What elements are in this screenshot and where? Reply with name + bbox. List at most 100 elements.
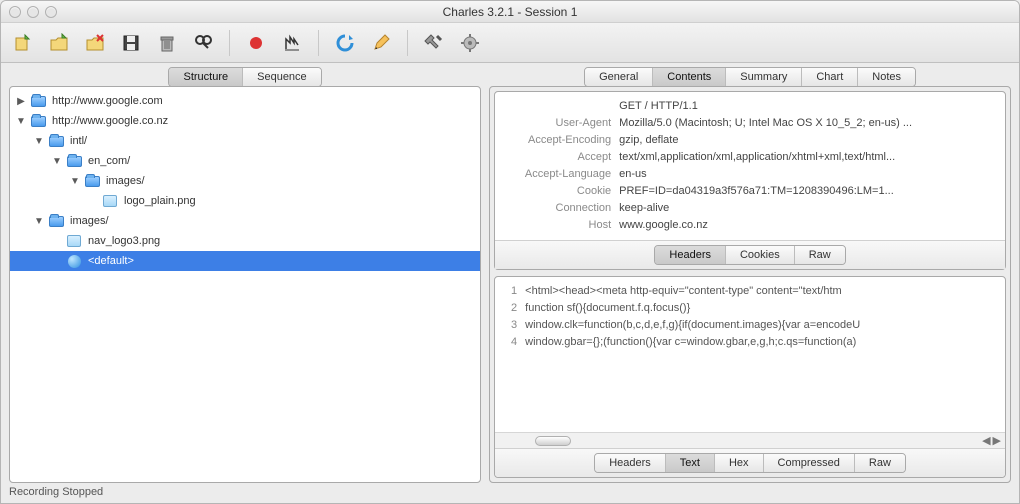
image-file-icon — [66, 234, 82, 248]
header-key: Accept — [503, 149, 619, 166]
header-value: Mozilla/5.0 (Macintosh; U; Intel Mac OS … — [619, 115, 997, 132]
globe-icon — [66, 254, 82, 268]
details-panel: General Contents Summary Chart Notes GET… — [489, 67, 1011, 483]
header-key: Connection — [503, 200, 619, 217]
subtab-headers[interactable]: Headers — [655, 246, 726, 264]
bodytab-text[interactable]: Text — [666, 454, 715, 472]
header-value: www.google.co.nz — [619, 217, 997, 234]
header-value: en-us — [619, 166, 997, 183]
scroll-left-icon[interactable]: ◀ — [982, 434, 990, 447]
response-text[interactable]: 1<html><head><meta http-equiv="content-t… — [495, 277, 1005, 432]
disclosure-arrow-icon[interactable]: ▼ — [34, 136, 44, 147]
tab-sequence[interactable]: Sequence — [243, 68, 321, 86]
tree-item-label: http://www.google.co.nz — [50, 115, 168, 127]
bodytab-hex[interactable]: Hex — [715, 454, 764, 472]
tree-item[interactable]: ▼ http://www.google.co.nz — [10, 111, 480, 131]
header-value: gzip, deflate — [619, 132, 997, 149]
header-list: GET / HTTP/1.1User-AgentMozilla/5.0 (Mac… — [495, 92, 1005, 240]
header-key: Host — [503, 217, 619, 234]
find-button[interactable] — [191, 31, 215, 55]
tree-item-label: images/ — [104, 175, 145, 187]
scrollbar-thumb[interactable] — [535, 436, 571, 446]
header-key: User-Agent — [503, 115, 619, 132]
tree-item-label: images/ — [68, 215, 109, 227]
tree-item[interactable]: ▶http://www.google.com — [10, 91, 480, 111]
throttle-button[interactable] — [280, 31, 304, 55]
image-file-icon — [102, 194, 118, 208]
window-title: Charles 3.2.1 - Session 1 — [1, 5, 1019, 19]
folder-icon — [30, 114, 46, 128]
horizontal-scrollbar[interactable]: ◀▶ — [495, 432, 1005, 448]
titlebar: Charles 3.2.1 - Session 1 — [1, 1, 1019, 23]
tree-item-label: logo_plain.png — [122, 195, 196, 207]
subtab-raw[interactable]: Raw — [795, 246, 845, 264]
close-session-button[interactable] — [83, 31, 107, 55]
body-subtab-group: Headers Text Hex Compressed Raw — [594, 453, 906, 473]
tab-contents[interactable]: Contents — [653, 68, 726, 86]
line-number: 4 — [503, 334, 525, 351]
request-headers-box: GET / HTTP/1.1User-AgentMozilla/5.0 (Mac… — [494, 91, 1006, 270]
toolbar-separator — [407, 30, 408, 56]
refresh-button[interactable] — [333, 31, 357, 55]
folder-icon — [30, 94, 46, 108]
settings-button[interactable] — [458, 31, 482, 55]
tree-item[interactable]: ▼ intl/ — [10, 131, 480, 151]
bodytab-raw[interactable]: Raw — [855, 454, 905, 472]
toolbar-separator — [318, 30, 319, 56]
request-subtab-group: Headers Cookies Raw — [654, 245, 845, 265]
header-value: text/xml,application/xml,application/xht… — [619, 149, 997, 166]
code-text: function sf(){document.f.q.focus()} — [525, 300, 690, 317]
tree-item[interactable]: ▼en_com/ — [10, 151, 480, 171]
header-key: Accept-Language — [503, 166, 619, 183]
header-value: PREF=ID=da04319a3f576a71:TM=1208390496:L… — [619, 183, 997, 200]
line-number: 2 — [503, 300, 525, 317]
right-tab-group: General Contents Summary Chart Notes — [584, 67, 916, 87]
tree-item-label: nav_logo3.png — [86, 235, 160, 247]
tab-chart[interactable]: Chart — [802, 68, 858, 86]
tree-item[interactable]: logo_plain.png — [10, 191, 480, 211]
save-button[interactable] — [119, 31, 143, 55]
clear-button[interactable] — [155, 31, 179, 55]
tree-item[interactable]: nav_logo3.png — [10, 231, 480, 251]
header-key: Cookie — [503, 183, 619, 200]
bodytab-headers[interactable]: Headers — [595, 454, 666, 472]
disclosure-arrow-icon[interactable]: ▼ — [34, 216, 44, 227]
disclosure-arrow-icon[interactable]: ▼ — [16, 116, 26, 127]
header-key — [503, 98, 619, 115]
bodytab-compressed[interactable]: Compressed — [764, 454, 855, 472]
open-session-button[interactable] — [47, 31, 71, 55]
folder-icon — [84, 174, 100, 188]
edit-button[interactable] — [369, 31, 393, 55]
folder-icon — [48, 214, 64, 228]
tree-item-label: intl/ — [68, 135, 87, 147]
toolbar-separator — [229, 30, 230, 56]
disclosure-arrow-icon[interactable]: ▶ — [16, 96, 26, 107]
tab-notes[interactable]: Notes — [858, 68, 915, 86]
folder-icon — [48, 134, 64, 148]
tools-button[interactable] — [422, 31, 446, 55]
scroll-right-icon[interactable]: ▶ — [993, 434, 1001, 447]
tab-summary[interactable]: Summary — [726, 68, 802, 86]
new-session-button[interactable] — [11, 31, 35, 55]
subtab-cookies[interactable]: Cookies — [726, 246, 795, 264]
record-button[interactable] — [244, 31, 268, 55]
app-window: Charles 3.2.1 - Session 1 Structure Sequ… — [0, 0, 1020, 504]
line-number: 1 — [503, 283, 525, 300]
code-text: window.clk=function(b,c,d,e,f,g){if(docu… — [525, 317, 860, 334]
disclosure-arrow-icon[interactable]: ▼ — [70, 176, 80, 187]
folder-icon — [66, 154, 82, 168]
disclosure-arrow-icon[interactable]: ▼ — [52, 156, 62, 167]
tree-item[interactable]: <default> — [10, 251, 480, 271]
status-bar: Recording Stopped — [1, 483, 1019, 503]
tree-item[interactable]: ▼ images/ — [10, 171, 480, 191]
tab-structure[interactable]: Structure — [169, 68, 243, 86]
header-value: keep-alive — [619, 200, 997, 217]
code-text: <html><head><meta http-equiv="content-ty… — [525, 283, 842, 300]
tab-general[interactable]: General — [585, 68, 653, 86]
request-line: GET / HTTP/1.1 — [619, 98, 997, 115]
request-tree[interactable]: ▶http://www.google.com ▼ http://www.google… — [10, 87, 480, 482]
toolbar — [1, 23, 1019, 63]
header-key: Accept-Encoding — [503, 132, 619, 149]
left-tab-group: Structure Sequence — [168, 67, 321, 87]
tree-item[interactable]: ▼ images/ — [10, 211, 480, 231]
